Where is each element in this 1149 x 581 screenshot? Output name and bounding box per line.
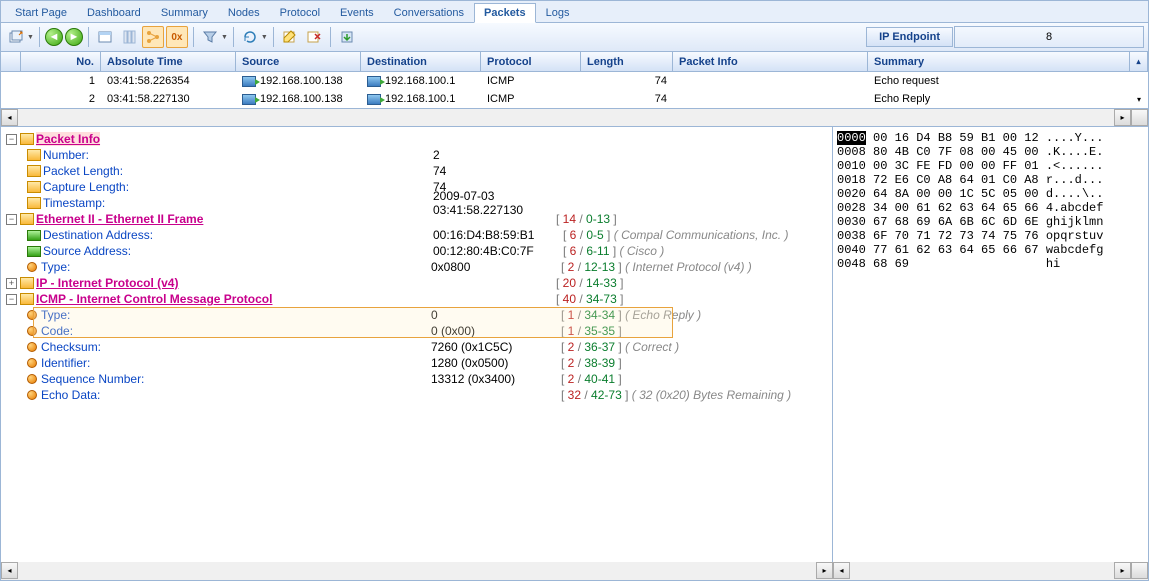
field-icon (27, 246, 41, 257)
collapse-icon[interactable]: − (6, 294, 17, 305)
nav-back-button[interactable]: ◄ (45, 28, 63, 46)
tab-conversations[interactable]: Conversations (384, 3, 474, 22)
field-icon (27, 165, 41, 177)
col-protocol[interactable]: Protocol (481, 52, 581, 71)
view-columns-button[interactable] (118, 26, 140, 48)
edit-button[interactable] (279, 26, 301, 48)
nav-forward-button[interactable]: ► (65, 28, 83, 46)
field-icon (27, 181, 41, 193)
scroll-right-button[interactable]: ▸ (816, 562, 833, 579)
view-tree-button[interactable] (142, 26, 164, 48)
section-icmp[interactable]: ICMP - Internet Control Message Protocol (36, 292, 272, 306)
field-icon (27, 390, 37, 400)
field-icon (27, 197, 41, 209)
tab-dashboard[interactable]: Dashboard (77, 3, 151, 22)
host-icon (367, 76, 381, 87)
expand-icon[interactable]: + (6, 278, 17, 289)
section-packet-info[interactable]: Packet Info (36, 132, 100, 146)
endpoint-label: IP Endpoint (866, 27, 953, 47)
col-absolute-time[interactable]: Absolute Time (101, 52, 236, 71)
field-icon (27, 149, 41, 161)
host-icon (367, 94, 381, 105)
col-no[interactable]: No. (21, 52, 101, 71)
section-icon (20, 213, 34, 225)
scroll-left-button[interactable]: ◂ (833, 562, 850, 579)
scroll-down-button[interactable]: ▾ (1130, 94, 1148, 105)
refresh-button[interactable] (239, 26, 261, 48)
section-icon (20, 277, 34, 289)
tab-events[interactable]: Events (330, 3, 384, 22)
tab-nodes[interactable]: Nodes (218, 3, 270, 22)
tab-bar: Start Page Dashboard Summary Nodes Proto… (1, 1, 1148, 23)
scroll-up-button[interactable]: ▴ (1130, 52, 1148, 71)
grid-header: No. Absolute Time Source Destination Pro… (1, 52, 1148, 72)
dropdown-arrow-icon[interactable]: ▼ (261, 34, 268, 41)
col-length[interactable]: Length (581, 52, 673, 71)
tab-logs[interactable]: Logs (536, 3, 580, 22)
col-summary[interactable]: Summary (868, 52, 1130, 71)
collapse-icon[interactable]: − (6, 134, 17, 145)
export-button[interactable] (5, 26, 27, 48)
host-icon (242, 94, 256, 105)
section-ip[interactable]: IP - Internet Protocol (v4) (36, 276, 178, 290)
col-packet-info[interactable]: Packet Info (673, 52, 868, 71)
col-source[interactable]: Source (236, 52, 361, 71)
field-icon (27, 374, 37, 384)
hex-view[interactable]: 0000 00 16 D4 B8 59 B1 00 12 ....Y... 00… (833, 127, 1148, 562)
view-hex-button[interactable]: 0x (166, 26, 188, 48)
view-list-button[interactable] (94, 26, 116, 48)
toolbar: ▼ ◄ ► 0x ▼ ▼ IP Endpoint 8 (1, 23, 1148, 52)
endpoint-value[interactable]: 8 (954, 26, 1144, 48)
dropdown-arrow-icon[interactable]: ▼ (27, 34, 34, 41)
tab-protocol[interactable]: Protocol (270, 3, 330, 22)
field-icon (27, 342, 37, 352)
table-row[interactable]: 2 03:41:58.227130 192.168.100.138 192.16… (1, 90, 1148, 108)
packet-tree[interactable]: −Packet Info Number:2 Packet Length:74 C… (1, 127, 833, 562)
section-ethernet[interactable]: Ethernet II - Ethernet II Frame (36, 212, 203, 226)
packet-grid: No. Absolute Time Source Destination Pro… (1, 52, 1148, 109)
tab-summary[interactable]: Summary (151, 3, 218, 22)
section-icon (20, 133, 34, 145)
scroll-left-button[interactable]: ◂ (1, 562, 18, 579)
col-destination[interactable]: Destination (361, 52, 481, 71)
field-icon (27, 230, 41, 241)
field-icon (27, 358, 37, 368)
filter-button[interactable] (199, 26, 221, 48)
field-icon (27, 262, 37, 272)
table-row[interactable]: 1 03:41:58.226354 192.168.100.138 192.16… (1, 72, 1148, 90)
clear-button[interactable] (303, 26, 325, 48)
grid-hscroll[interactable]: ◂ ▸ (1, 109, 1148, 127)
dropdown-arrow-icon[interactable]: ▼ (221, 34, 228, 41)
tab-packets[interactable]: Packets (474, 3, 536, 23)
section-icon (20, 293, 34, 305)
field-icon (27, 326, 37, 336)
field-icon (27, 310, 37, 320)
host-icon (242, 76, 256, 87)
collapse-icon[interactable]: − (6, 214, 17, 225)
scroll-right-button[interactable]: ▸ (1114, 562, 1131, 579)
tab-start-page[interactable]: Start Page (5, 3, 77, 22)
save-button[interactable] (336, 26, 358, 48)
